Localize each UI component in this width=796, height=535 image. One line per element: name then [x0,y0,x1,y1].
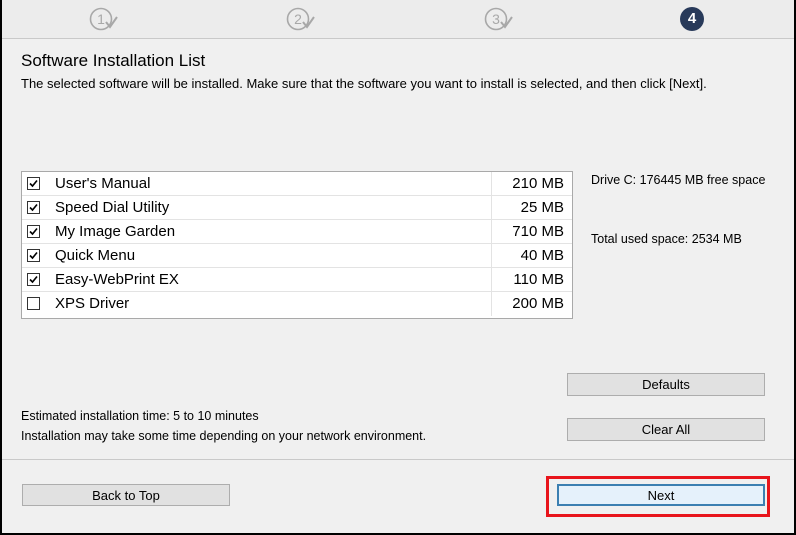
step-indicator: 1 2 3 4 [2,0,794,39]
software-checkbox[interactable] [27,297,40,310]
footer-divider [2,459,794,460]
step-1-number: 1 [97,11,105,27]
total-used-space: Total used space: 2534 MB [591,232,742,246]
next-button[interactable]: Next [557,484,765,506]
software-row[interactable]: My Image Garden 710 MB [22,220,572,244]
network-note: Installation may take some time dependin… [21,429,427,443]
software-name: User's Manual [55,175,151,192]
step-2-done-icon: 2 [286,7,315,31]
software-name: Quick Menu [55,247,136,264]
software-row[interactable]: Easy-WebPrint EX 110 MB [22,268,572,292]
software-size: 40 MB [491,244,572,268]
checkmark-icon [29,275,38,284]
software-row[interactable]: Quick Menu 40 MB [22,244,572,268]
page-description: The selected software will be installed.… [21,76,707,91]
software-size: 710 MB [491,220,572,244]
software-size: 25 MB [491,196,572,220]
software-size: 200 MB [491,292,572,316]
checkmark-icon [29,179,38,188]
step-2-number: 2 [294,11,302,27]
page-title: Software Installation List [21,51,206,70]
software-row[interactable]: Speed Dial Utility 25 MB [22,196,572,220]
step-3-done-icon: 3 [484,7,513,31]
software-checkbox[interactable] [27,201,40,214]
drive-free-space: Drive C: 176445 MB free space [591,173,766,187]
software-name: Easy-WebPrint EX [55,271,179,288]
software-checkbox[interactable] [27,249,40,262]
clear-all-button[interactable]: Clear All [567,418,765,441]
back-to-top-button[interactable]: Back to Top [22,484,230,506]
checkmark-icon [29,203,38,212]
checkmark-icon [29,251,38,260]
installer-window: 1 2 3 4 Software Installation List The s… [2,0,794,533]
step-3-number: 3 [492,11,500,27]
defaults-button[interactable]: Defaults [567,373,765,396]
software-row[interactable]: XPS Driver 200 MB [22,292,572,316]
step-4-current: 4 [680,7,704,31]
software-name: My Image Garden [55,223,176,240]
checkmark-icon [29,227,38,236]
software-list: User's Manual 210 MB Speed Dial Utility … [21,171,573,319]
software-name: XPS Driver [55,295,130,312]
step-1-done-icon: 1 [89,7,118,31]
software-checkbox[interactable] [27,225,40,238]
software-size: 110 MB [491,268,572,292]
software-row[interactable]: User's Manual 210 MB [22,172,572,196]
installation-estimate: Estimated installation time: 5 to 10 min… [21,406,426,446]
software-checkbox[interactable] [27,273,40,286]
estimated-time: Estimated installation time: 5 to 10 min… [21,409,259,423]
software-size: 210 MB [491,172,572,196]
software-name: Speed Dial Utility [55,199,170,216]
software-checkbox[interactable] [27,177,40,190]
